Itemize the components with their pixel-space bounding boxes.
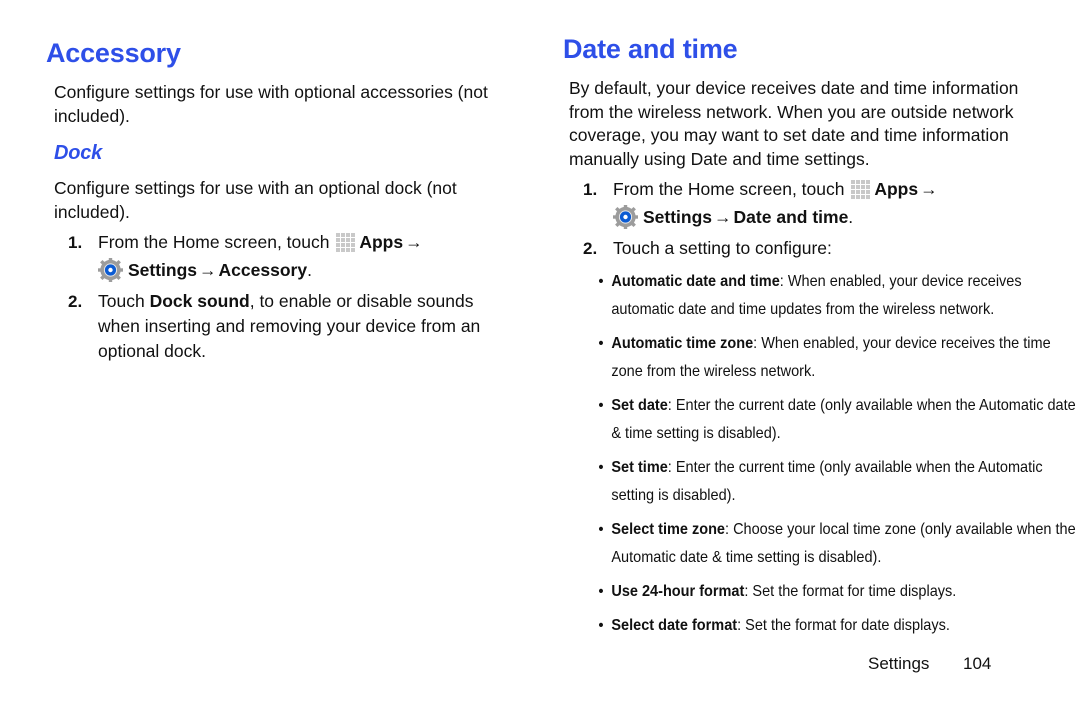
destination-label: Date and time xyxy=(733,207,849,227)
step-text-prefix: Touch xyxy=(98,291,150,311)
date-and-time-intro-paragraph: By default, your device receives date an… xyxy=(569,78,1019,169)
list-item: • Automatic time zone: When enabled, your… xyxy=(563,330,1080,386)
bullet-icon: • xyxy=(598,273,604,290)
settings-gear-icon xyxy=(613,205,638,229)
settings-gear-icon xyxy=(98,258,123,282)
list-item: • Set date: Enter the current date (only … xyxy=(563,392,1080,448)
destination-label: Accessory xyxy=(218,260,308,280)
settings-label: Settings xyxy=(643,207,713,227)
list-item: • Set time: Enter the current time (only … xyxy=(563,454,1080,510)
arrow-right-icon-2: → xyxy=(199,260,217,280)
list-item: • Select time zone: Choose your local tim… xyxy=(563,516,1080,572)
sentence-period: . xyxy=(307,260,312,280)
page-title-date-and-time: Date and time xyxy=(563,34,738,64)
list-item: 2. Touch Dock sound, to enable or disable… xyxy=(46,289,516,364)
footer-section-label: Settings xyxy=(868,654,930,673)
step-line-second: Settings → Date and time. xyxy=(613,205,1033,230)
list-item: 1. From the Home screen, touch Apps → Set… xyxy=(563,177,1033,230)
setting-name: Use 24-hour format xyxy=(611,583,745,600)
setting-name: Select date format xyxy=(611,617,738,634)
date-and-time-settings-list: • Automatic date and time: When enabled, … xyxy=(563,268,1075,640)
setting-description: : Enter the current time (only available… xyxy=(611,459,1043,504)
dock-steps-list: 1. From the Home screen, touch Apps → Set… xyxy=(46,230,516,364)
manual-page: Accessory Configure settings for use wit… xyxy=(0,0,1080,720)
footer-page-number: 104 xyxy=(963,654,992,673)
arrow-right-icon: → xyxy=(920,179,938,199)
step-line-first: From the Home screen, touch Apps → xyxy=(613,177,1033,202)
bullet-icon: • xyxy=(598,397,604,414)
bullet-icon: • xyxy=(598,521,604,538)
setting-name: Set time xyxy=(611,459,668,476)
accessory-intro-paragraph: Configure settings for use with optional… xyxy=(54,82,488,126)
arrow-right-icon-2: → xyxy=(714,207,732,227)
bullet-icon: • xyxy=(598,617,604,634)
setting-description: : Set the format for time displays. xyxy=(744,583,957,600)
setting-name: Automatic date and time xyxy=(611,273,780,290)
arrow-right-icon: → xyxy=(405,232,423,252)
step-number: 2. xyxy=(583,239,598,258)
step-line-second: Settings → Accessory. xyxy=(98,258,516,283)
apps-grid-icon xyxy=(336,233,356,252)
setting-description: : Enter the current date (only available… xyxy=(611,397,1076,442)
dock-intro-paragraph: Configure settings for use with an optio… xyxy=(54,178,457,222)
bullet-icon: • xyxy=(598,583,604,600)
left-column: Accessory Configure settings for use wit… xyxy=(46,0,516,720)
page-title-accessory: Accessory xyxy=(46,38,181,68)
list-item: • Automatic date and time: When enabled, … xyxy=(563,268,1080,324)
setting-name: Select time zone xyxy=(611,521,726,538)
step-text: Touch a setting to configure: xyxy=(613,238,832,258)
apps-grid-icon xyxy=(851,180,871,199)
date-and-time-steps-list: 1. From the Home screen, touch Apps → Set… xyxy=(563,177,1033,261)
setting-name: Automatic time zone xyxy=(611,335,754,352)
settings-label: Settings xyxy=(128,260,198,280)
bullet-icon: • xyxy=(598,459,604,476)
subsection-title-dock: Dock xyxy=(54,142,103,164)
apps-label: Apps xyxy=(359,232,404,252)
list-item: 1. From the Home screen, touch Apps → Set… xyxy=(46,230,516,283)
right-column: Date and time By default, your device re… xyxy=(563,0,1076,720)
apps-label: Apps xyxy=(874,179,919,199)
step-number: 2. xyxy=(68,292,83,311)
list-item: 2. Touch a setting to configure: xyxy=(563,236,1033,261)
step-bold-term: Dock sound xyxy=(149,291,250,311)
step-text-prefix: From the Home screen, touch xyxy=(613,179,850,199)
step-number: 1. xyxy=(583,180,598,199)
setting-description: : Set the format for date displays. xyxy=(737,617,950,634)
step-number: 1. xyxy=(68,233,83,252)
setting-name: Set date xyxy=(611,397,668,414)
list-item: • Use 24-hour format: Set the format for … xyxy=(563,578,1080,606)
step-line-first: From the Home screen, touch Apps → xyxy=(98,230,516,255)
sentence-period: . xyxy=(848,207,854,227)
bullet-icon: • xyxy=(598,335,604,352)
list-item: • Select date format: Set the format for … xyxy=(563,612,1080,640)
step-text-prefix: From the Home screen, touch xyxy=(98,232,335,252)
